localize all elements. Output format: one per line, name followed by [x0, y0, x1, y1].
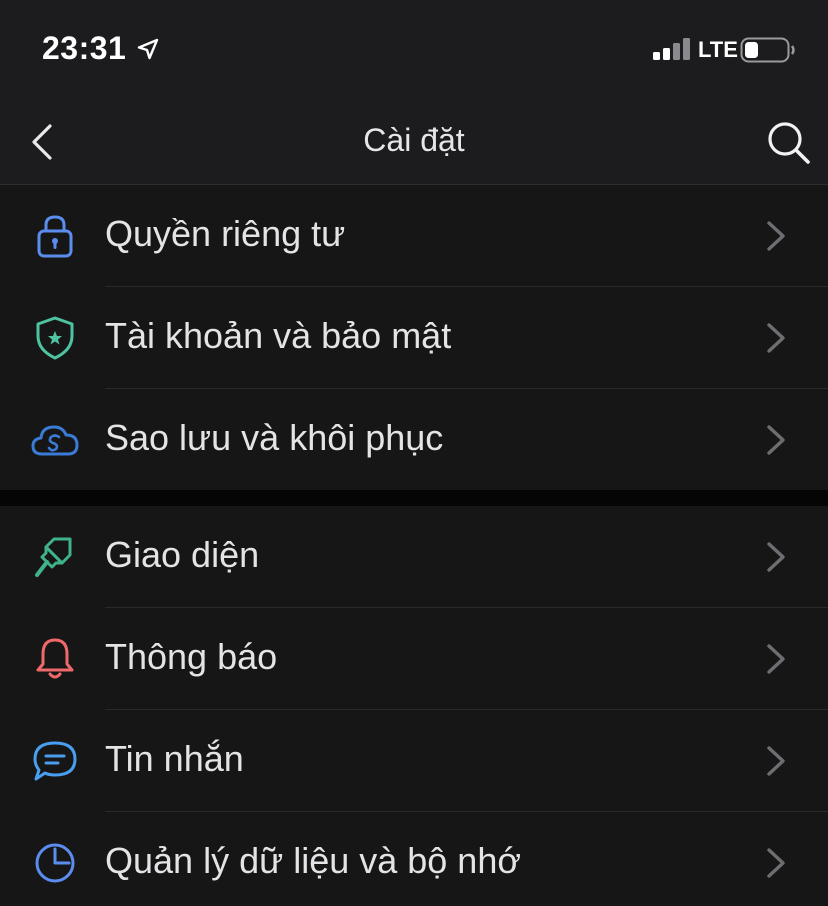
chevron-right-icon [767, 221, 785, 251]
pie-clock-icon [35, 843, 75, 883]
group-separator [0, 490, 828, 506]
settings-group-general: Giao diện Thông báo Tin nhắn Quản lý dữ … [0, 506, 828, 906]
page-title: Cài đặt [363, 122, 465, 158]
status-time: 23:31 [42, 30, 127, 66]
settings-item-label: Tài khoản và bảo mật [105, 315, 452, 356]
chevron-right-icon [767, 848, 785, 878]
status-bar: 23:31 LTE [0, 0, 828, 100]
settings-screen: 23:31 LTE Cài đặt Quyền riêng tư Tài kho… [0, 0, 828, 906]
settings-item-account-security[interactable]: Tài khoản và bảo mật [0, 287, 828, 389]
battery-icon [740, 37, 795, 63]
bell-icon [36, 638, 74, 679]
settings-item-privacy[interactable]: Quyền riêng tư [0, 185, 828, 287]
settings-item-label: Giao diện [105, 534, 260, 575]
settings-item-label: Sao lưu và khôi phục [105, 417, 444, 458]
settings-item-messages[interactable]: Tin nhắn [0, 710, 828, 812]
location-arrow-icon [137, 38, 159, 60]
settings-item-appearance[interactable]: Giao diện [0, 506, 828, 608]
settings-item-label: Thông báo [105, 636, 278, 677]
chat-bubble-icon [33, 741, 77, 781]
chevron-right-icon [767, 542, 785, 572]
paint-brush-icon [35, 537, 72, 577]
shield-star-icon [36, 316, 74, 360]
settings-item-label: Quyền riêng tư [105, 213, 346, 254]
lock-icon [37, 215, 73, 258]
chevron-right-icon [767, 644, 785, 674]
cloud-sync-icon [31, 425, 79, 456]
settings-item-backup-restore[interactable]: Sao lưu và khôi phục [0, 389, 828, 491]
network-type: LTE [698, 37, 738, 62]
settings-group-security: Quyền riêng tư Tài khoản và bảo mật Sao … [0, 185, 828, 490]
chevron-right-icon [767, 425, 785, 455]
chevron-right-icon [767, 746, 785, 776]
settings-item-data-storage[interactable]: Quản lý dữ liệu và bộ nhớ [0, 812, 828, 906]
chevron-right-icon [767, 323, 785, 353]
settings-item-label: Quản lý dữ liệu và bộ nhớ [105, 840, 521, 881]
search-icon[interactable] [764, 118, 812, 166]
signal-bars-icon [653, 38, 690, 60]
settings-item-notifications[interactable]: Thông báo [0, 608, 828, 710]
settings-item-label: Tin nhắn [105, 738, 244, 779]
navigation-bar: Cài đặt [0, 100, 828, 185]
